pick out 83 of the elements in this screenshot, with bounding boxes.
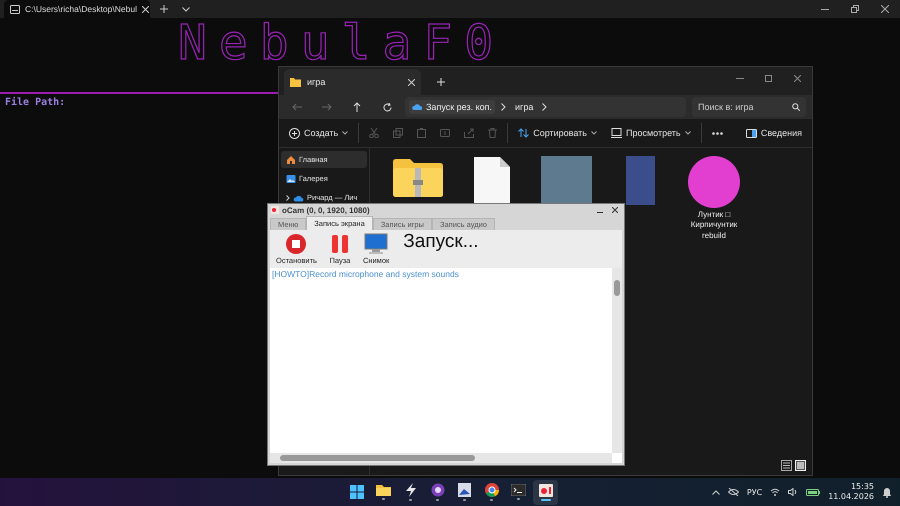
refresh-icon (382, 102, 392, 112)
battery-icon (806, 488, 820, 496)
eye-off-icon (728, 488, 739, 496)
photo-placeholder (688, 156, 740, 208)
taskbar-app[interactable] (533, 480, 558, 504)
chevron-down-icon (684, 131, 691, 135)
cloud-sync-icon (412, 102, 422, 112)
tab-title: C:\Users\richa\Desktop\Nebul (25, 4, 137, 14)
breadcrumb-item[interactable]: игра (512, 100, 536, 114)
tab-title: игра (307, 77, 326, 87)
clipboard-icon (417, 128, 426, 138)
disc-icon (430, 483, 444, 497)
maximize-icon (765, 74, 772, 82)
recorder-icon (538, 484, 552, 496)
chevron-down-icon (590, 131, 597, 135)
prompt-label: File Path: (5, 97, 66, 108)
plus-circle-icon (289, 128, 300, 138)
minimize-icon (821, 8, 829, 10)
clock[interactable]: 15:35 11.04.2026 (828, 482, 874, 502)
notification-icon (882, 486, 892, 498)
close-icon (794, 74, 801, 82)
monitor-icon (610, 128, 622, 138)
home-icon (286, 154, 296, 164)
picture-icon (458, 483, 471, 497)
terminal-icon (511, 484, 526, 496)
plus-icon (437, 78, 445, 86)
zip-folder-icon (392, 156, 444, 198)
view-button[interactable]: Просмотреть (606, 125, 695, 141)
arrow-right-icon (322, 103, 332, 111)
image-icon (286, 174, 296, 184)
file-name: Лунтик □ Кирпичунтик rebuild (690, 210, 738, 242)
stop-icon (285, 233, 308, 255)
wifi-icon (770, 488, 780, 496)
windows-icon (350, 485, 364, 499)
chevron-right-icon (542, 103, 548, 111)
folder-icon (290, 78, 301, 86)
breadcrumb-item[interactable]: Запуск рез. коп. (409, 100, 496, 114)
arrow-left-icon (292, 103, 302, 111)
chevron-down-icon (342, 131, 348, 135)
scissors-icon (369, 128, 380, 138)
rename-icon (440, 128, 450, 138)
status-text: Запуск... (403, 231, 479, 253)
close-icon (612, 207, 618, 213)
details-view-button[interactable] (781, 460, 792, 471)
share-icon (464, 128, 474, 138)
close-button[interactable] (609, 207, 621, 213)
copy-icon (393, 128, 404, 138)
chevron-right-icon (501, 103, 506, 111)
details-pane-icon (746, 128, 757, 138)
cloud-icon (293, 194, 304, 202)
more-icon (712, 132, 723, 134)
banner-title: NebulaF0 (178, 21, 506, 65)
arrow-up-icon (353, 102, 361, 112)
lightning-icon (404, 483, 416, 497)
search-field[interactable]: Поиск в: игра (692, 97, 806, 117)
chevron-down-icon (182, 6, 190, 12)
terminal-icon (10, 4, 20, 14)
sort-button[interactable]: Сортировать (514, 125, 601, 141)
monitor-icon (364, 233, 388, 255)
search-icon (792, 103, 800, 111)
chrome-icon (484, 483, 498, 497)
plus-icon (160, 5, 168, 13)
sort-icon (518, 128, 530, 138)
photo-placeholder (626, 156, 654, 205)
language-indicator[interactable]: РУС (746, 488, 762, 496)
explorer-tab[interactable]: игра (284, 69, 421, 95)
restore-icon (851, 5, 859, 13)
speaker-icon (788, 488, 798, 496)
address-bar[interactable]: Запуск рез. коп. игра (405, 97, 686, 117)
create-button[interactable]: Создать (285, 124, 352, 142)
recorder-icon (271, 206, 279, 214)
chevron-right-icon (286, 194, 290, 200)
window-title: oCam (0, 0, 1920, 1080) (282, 206, 371, 214)
close-icon (881, 5, 889, 13)
chevron-up-icon (712, 490, 720, 494)
folder-icon (376, 484, 391, 496)
tiles-view-button[interactable] (795, 460, 806, 471)
terminal-tab[interactable]: C:\Users\richa\Desktop\Nebul (4, 0, 150, 18)
details-button[interactable]: Сведения (742, 125, 806, 141)
trash-icon (488, 128, 498, 138)
photo-placeholder (540, 156, 592, 205)
close-icon (142, 6, 149, 12)
close-icon (408, 78, 415, 86)
